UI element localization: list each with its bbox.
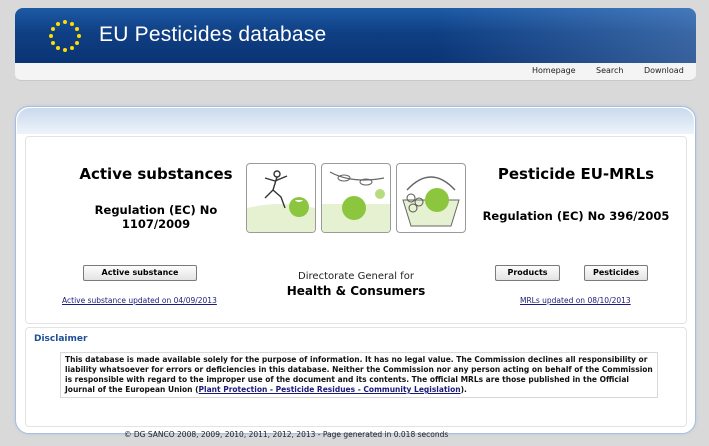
active-substance-button[interactable]: Active substance: [83, 265, 197, 281]
disclaimer-section: Disclaimer This database is made availab…: [25, 327, 687, 427]
main-panel: Active substances Regulation (EC) No 110…: [15, 106, 696, 434]
page-footer: © DG SANCO 2008, 2009, 2010, 2011, 2012,…: [124, 430, 449, 439]
top-nav: Homepage Search Download: [15, 63, 696, 81]
apple-branch-illustration: [321, 163, 391, 233]
pesticides-button[interactable]: Pesticides: [584, 265, 648, 281]
nav-search-link[interactable]: Search: [596, 66, 623, 75]
directorate-general-label: Directorate General for Health & Consume…: [256, 271, 456, 298]
legislation-link[interactable]: Plant Protection - Pesticide Residues - …: [199, 385, 461, 394]
nav-download-link[interactable]: Download: [644, 66, 684, 75]
dg-small-text: Directorate General for: [298, 271, 414, 282]
database-sections: Active substances Regulation (EC) No 110…: [25, 136, 687, 324]
products-button[interactable]: Products: [495, 265, 560, 281]
mrls-update-link[interactable]: MRLs updated on 08/10/2013: [520, 296, 631, 305]
disclaimer-title: Disclaimer: [34, 334, 88, 344]
pesticide-mrls-heading: Pesticide EU-MRLs: [497, 165, 655, 183]
person-apple-illustration: [246, 163, 316, 233]
pesticide-mrls-regulation: Regulation (EC) No 396/2005: [482, 209, 670, 223]
nav-homepage-link[interactable]: Homepage: [532, 66, 576, 75]
active-substances-regulation: Regulation (EC) No 1107/2009: [94, 203, 218, 231]
header-banner: EU Pesticides database: [15, 8, 696, 63]
disclaimer-end: ).: [460, 385, 467, 394]
dg-big-text: Health & Consumers: [286, 284, 426, 298]
active-substance-update-link[interactable]: Active substance updated on 04/09/2013: [62, 296, 217, 305]
panel-header-bar: [17, 108, 694, 134]
fruit-basket-illustration: [396, 163, 466, 233]
disclaimer-text: This database is made available solely f…: [60, 352, 658, 398]
active-substances-heading: Active substances: [79, 165, 233, 183]
site-title: EU Pesticides database: [99, 23, 327, 46]
eu-flag-stars-icon: [49, 20, 81, 52]
